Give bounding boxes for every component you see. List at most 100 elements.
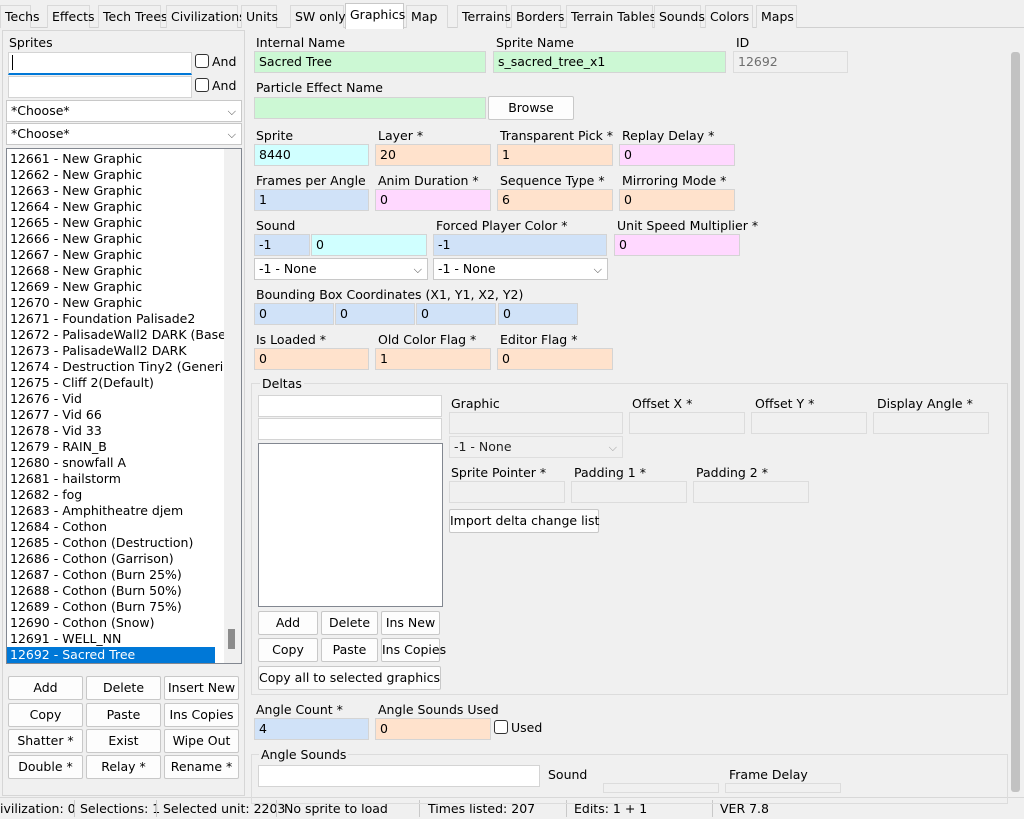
- list-item[interactable]: 12664 - New Graphic: [7, 199, 225, 215]
- tab-effects[interactable]: Effects: [47, 5, 95, 28]
- sprite-list-scrollbar-thumb[interactable]: [228, 629, 235, 649]
- tab-colors[interactable]: Colors: [705, 5, 753, 28]
- tab-units[interactable]: Units: [241, 5, 278, 28]
- list-item[interactable]: 12665 - New Graphic: [7, 215, 225, 231]
- is-loaded-field[interactable]: 0: [254, 348, 369, 370]
- delta-offset-x-field[interactable]: [629, 412, 745, 434]
- copy-all-to-selected-graphics-button[interactable]: Copy all to selected graphics: [258, 666, 441, 690]
- list-item[interactable]: 12669 - New Graphic: [7, 279, 225, 295]
- list-item[interactable]: 12672 - PalisadeWall2 DARK (Base): [7, 327, 231, 343]
- list-item[interactable]: 12675 - Cliff 2(Default): [7, 375, 225, 391]
- copy-button[interactable]: Copy: [8, 703, 83, 727]
- padding-1-field[interactable]: [571, 481, 687, 503]
- editor-flag-field[interactable]: 0: [497, 348, 613, 370]
- bounding-box-y1-field[interactable]: 0: [335, 303, 415, 325]
- list-item[interactable]: 12667 - New Graphic: [7, 247, 225, 263]
- list-item[interactable]: 12670 - New Graphic: [7, 295, 225, 311]
- tab-terrains[interactable]: Terrains: [457, 5, 511, 28]
- exist-button[interactable]: Exist: [86, 729, 161, 753]
- list-item[interactable]: 12691 - WELL_NN: [7, 631, 225, 647]
- delta-offset-y-field[interactable]: [751, 412, 867, 434]
- wipe-out-button[interactable]: Wipe Out: [164, 729, 239, 753]
- sprite-name-field[interactable]: s_sacred_tree_x1: [493, 51, 726, 73]
- list-item[interactable]: 12679 - RAIN_B: [7, 439, 225, 455]
- tab-borders[interactable]: Borders: [511, 5, 564, 28]
- list-item[interactable]: 12682 - fog: [7, 487, 225, 503]
- delta-graphic-select[interactable]: -1 - None ⌵: [449, 436, 623, 458]
- list-item[interactable]: 12689 - Cothon (Burn 75%): [7, 599, 225, 615]
- add-button[interactable]: Add: [8, 676, 83, 700]
- mirroring-mode-field[interactable]: 0: [619, 189, 735, 211]
- bounding-box-y2-field[interactable]: 0: [498, 303, 578, 325]
- bounding-box-x1-field[interactable]: 0: [254, 303, 334, 325]
- tab-civilizations[interactable]: Civilizations: [166, 5, 246, 28]
- delta-paste-button[interactable]: Paste: [321, 638, 378, 662]
- main-scrollbar[interactable]: [1009, 30, 1023, 796]
- list-item[interactable]: 12687 - Cothon (Burn 25%): [7, 567, 225, 583]
- list-item[interactable]: 12671 - Foundation Palisade2: [7, 311, 225, 327]
- double-button[interactable]: Double *: [8, 755, 83, 779]
- sprite-list[interactable]: 12661 - New Graphic 12662 - New Graphic 12…: [6, 148, 242, 664]
- shatter-button[interactable]: Shatter *: [8, 729, 83, 753]
- list-item[interactable]: 12673 - PalisadeWall2 DARK: [7, 343, 225, 359]
- list-item[interactable]: 12676 - Vid: [7, 391, 225, 407]
- delta-list[interactable]: [258, 443, 443, 607]
- padding-2-field[interactable]: [693, 481, 809, 503]
- delta-search-input[interactable]: [258, 395, 442, 417]
- angle-sound-field[interactable]: [603, 783, 719, 793]
- list-item[interactable]: 12692 - Sacred Tree: [7, 647, 215, 663]
- list-item[interactable]: 12661 - New Graphic: [7, 151, 225, 167]
- sound-value-field[interactable]: 0: [311, 234, 427, 256]
- sprite-search-input[interactable]: [8, 52, 192, 75]
- tab-sounds[interactable]: Sounds: [654, 5, 705, 28]
- list-item[interactable]: 12684 - Cothon: [7, 519, 225, 535]
- tab-tech-trees[interactable]: Tech Trees: [98, 5, 168, 28]
- delta-exclude-input[interactable]: [258, 418, 442, 440]
- internal-name-field[interactable]: Sacred Tree: [254, 51, 486, 73]
- layer-field[interactable]: 20: [375, 144, 491, 166]
- filter-select-2[interactable]: *Choose* ⌵: [6, 123, 242, 145]
- sprite-list-scrollbar[interactable]: [224, 149, 241, 663]
- list-item[interactable]: 12680 - snowfall A: [7, 455, 225, 471]
- delta-graphic-field[interactable]: [449, 412, 623, 434]
- sound-select[interactable]: -1 - None ⌵: [254, 258, 428, 280]
- list-item[interactable]: 12688 - Cothon (Burn 50%): [7, 583, 225, 599]
- particle-effect-field[interactable]: [254, 97, 486, 119]
- list-item[interactable]: 12686 - Cothon (Garrison): [7, 551, 225, 567]
- angle-sounds-used-field[interactable]: 0: [375, 718, 491, 740]
- paste-button[interactable]: Paste: [86, 703, 161, 727]
- forced-player-color-field[interactable]: -1: [433, 234, 607, 256]
- id-field[interactable]: 12692: [733, 51, 848, 73]
- bounding-box-x2-field[interactable]: 0: [416, 303, 496, 325]
- used-checkbox[interactable]: [494, 720, 508, 734]
- frames-per-angle-field[interactable]: 1: [254, 189, 369, 211]
- tab-terrain-tables[interactable]: Terrain Tables: [566, 5, 656, 28]
- transparent-pick-field[interactable]: 1: [497, 144, 613, 166]
- browse-button[interactable]: Browse: [488, 96, 574, 120]
- tab-maps[interactable]: Maps: [756, 5, 797, 28]
- list-item[interactable]: 12668 - New Graphic: [7, 263, 225, 279]
- list-item[interactable]: 12674 - Destruction Tiny2 (Generic): [7, 359, 235, 375]
- delta-display-angle-field[interactable]: [873, 412, 989, 434]
- delta-copy-button[interactable]: Copy: [258, 638, 318, 662]
- sprite-exclude-input[interactable]: [8, 76, 192, 98]
- anim-duration-field[interactable]: 0: [375, 189, 491, 211]
- list-item[interactable]: 12666 - New Graphic: [7, 231, 225, 247]
- rename-button[interactable]: Rename *: [164, 755, 239, 779]
- sequence-type-field[interactable]: 6: [497, 189, 613, 211]
- tab-map[interactable]: Map: [406, 5, 448, 28]
- angle-count-field[interactable]: 4: [254, 718, 369, 740]
- frame-delay-field[interactable]: [725, 783, 841, 793]
- import-delta-change-list-button[interactable]: Import delta change list: [449, 509, 599, 533]
- tab-sw-only[interactable]: SW only: [290, 5, 346, 28]
- filter-select-1[interactable]: *Choose* ⌵: [6, 100, 242, 122]
- insert-new-button[interactable]: Insert New: [164, 676, 239, 700]
- sprite-pointer-field[interactable]: [449, 481, 565, 503]
- list-item[interactable]: 12685 - Cothon (Destruction): [7, 535, 225, 551]
- tab-graphics[interactable]: Graphics: [345, 3, 405, 29]
- and-checkbox-1[interactable]: [195, 54, 209, 68]
- list-item[interactable]: 12690 - Cothon (Snow): [7, 615, 225, 631]
- list-item[interactable]: 12678 - Vid 33: [7, 423, 225, 439]
- sprite-field[interactable]: 8440: [254, 144, 369, 166]
- relay-button[interactable]: Relay *: [86, 755, 161, 779]
